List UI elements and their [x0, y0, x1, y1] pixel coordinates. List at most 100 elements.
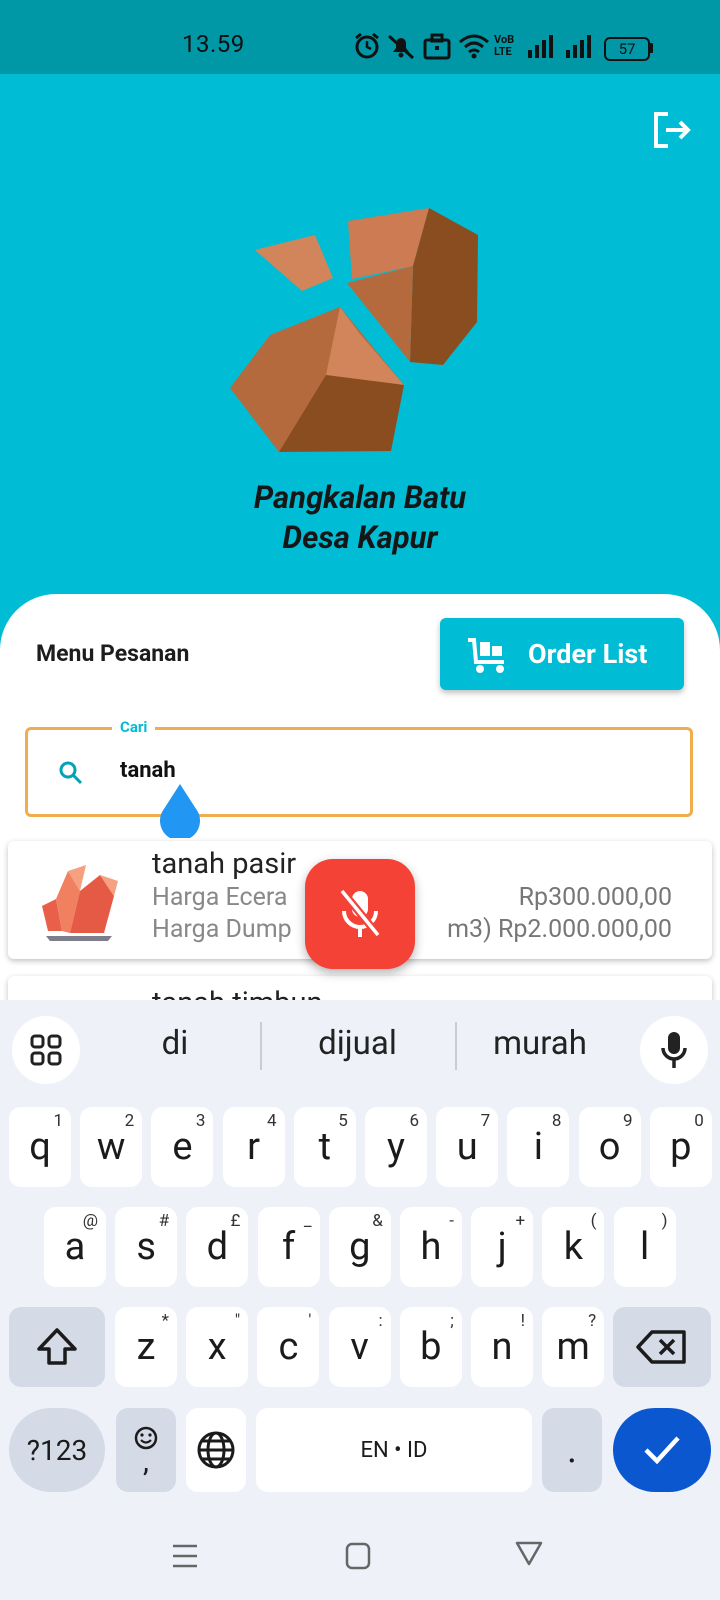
search-value[interactable]: tanah: [120, 758, 176, 783]
backspace-key[interactable]: [613, 1307, 711, 1387]
key-hint: 2: [124, 1111, 135, 1131]
key-letter: s: [136, 1225, 156, 1269]
key-hint: ): [661, 1211, 668, 1231]
key-letter: p: [670, 1125, 692, 1169]
key-letter: o: [598, 1125, 621, 1169]
key-x[interactable]: x ": [186, 1307, 249, 1387]
key-letter: i: [533, 1125, 544, 1169]
key-p[interactable]: p0: [649, 1107, 712, 1187]
key-hint: ': [308, 1311, 312, 1331]
period-key[interactable]: .: [542, 1408, 602, 1492]
enter-key[interactable]: [613, 1408, 711, 1492]
logout-icon[interactable]: [652, 110, 692, 150]
key-v[interactable]: v:: [328, 1307, 391, 1387]
product-name: tanah pasir: [152, 847, 297, 881]
key-t[interactable]: t5: [293, 1107, 356, 1187]
key-hint: 1: [53, 1111, 63, 1131]
emoji-comma-key[interactable]: ,: [116, 1408, 176, 1492]
key-hint: ?: [588, 1311, 597, 1331]
status-time: 13.59: [182, 30, 245, 58]
key-letter: z: [136, 1325, 156, 1369]
space-key[interactable]: EN • ID: [256, 1408, 532, 1492]
key-letter: h: [420, 1225, 442, 1269]
key-u[interactable]: u7: [436, 1107, 499, 1187]
key-hint: ": [234, 1311, 241, 1331]
key-letter: e: [172, 1125, 193, 1169]
key-g[interactable]: g &: [328, 1207, 391, 1287]
key-e[interactable]: e3: [151, 1107, 214, 1187]
key-o[interactable]: o9: [578, 1107, 641, 1187]
suggestion-1[interactable]: di: [120, 1024, 230, 1063]
key-letter: m: [556, 1325, 590, 1369]
key-letter: w: [96, 1125, 126, 1169]
key-hint: 9: [623, 1111, 633, 1131]
key-letter: r: [247, 1125, 261, 1169]
key-hint: 6: [409, 1111, 419, 1131]
key-hint: 0: [694, 1111, 704, 1131]
suggestion-2[interactable]: dijual: [270, 1024, 445, 1063]
globe-icon: [197, 1431, 235, 1469]
key-letter: a: [64, 1225, 86, 1269]
key-letter: c: [278, 1325, 299, 1369]
key-letter: y: [387, 1125, 405, 1169]
key-hint: (: [590, 1211, 597, 1231]
key-letter: f: [281, 1225, 296, 1269]
symbols-key[interactable]: ?123: [9, 1408, 105, 1492]
key-letter: g: [349, 1225, 371, 1269]
shift-key[interactable]: [9, 1307, 105, 1387]
key-j[interactable]: j +: [471, 1207, 534, 1287]
work-profile-icon: [423, 33, 451, 60]
alarm-icon: [355, 32, 379, 59]
signal-icon-2: [566, 35, 591, 58]
key-hint: &: [372, 1211, 383, 1231]
signal-icon-1: [528, 35, 553, 58]
key-hint: 4: [267, 1111, 277, 1131]
key-q[interactable]: q1: [9, 1107, 71, 1187]
key-hint: £: [230, 1211, 241, 1231]
menu-title: Menu Pesanan: [36, 640, 190, 667]
key-s[interactable]: s #: [115, 1207, 178, 1287]
key-i[interactable]: i8: [507, 1107, 570, 1187]
search-label: Cari: [112, 718, 156, 736]
key-n[interactable]: n!: [471, 1307, 533, 1387]
language-key[interactable]: [186, 1408, 246, 1492]
shift-icon: [37, 1328, 77, 1365]
home-icon[interactable]: [345, 1542, 371, 1570]
key-c[interactable]: c ': [257, 1307, 320, 1387]
text-cursor-handle[interactable]: [158, 784, 202, 838]
suggestion-divider: [260, 1022, 262, 1070]
key-r[interactable]: r4: [222, 1107, 285, 1187]
keyboard-menu-button[interactable]: [12, 1016, 80, 1084]
brand-name: Pangkalan Batu Desa Kapur: [253, 479, 467, 556]
key-hint: 3: [195, 1111, 206, 1131]
cart-icon: [468, 638, 504, 673]
key-letter: d: [206, 1225, 229, 1269]
suggestion-divider: [455, 1022, 457, 1070]
key-k[interactable]: k(: [542, 1207, 605, 1287]
rock-logo: [230, 208, 478, 452]
key-d[interactable]: d £: [186, 1207, 249, 1287]
key-hint: _: [303, 1211, 312, 1231]
voice-input-button[interactable]: [640, 1016, 708, 1084]
key-w[interactable]: w2: [80, 1107, 143, 1187]
suggestion-3[interactable]: murah: [465, 1024, 615, 1063]
key-m[interactable]: m?: [542, 1307, 605, 1387]
key-b[interactable]: b;: [399, 1307, 462, 1387]
key-f[interactable]: f _: [257, 1207, 320, 1287]
battery-icon: 57: [604, 37, 650, 61]
key-y[interactable]: y6: [365, 1107, 427, 1187]
key-hint: !: [520, 1311, 525, 1331]
recents-menu-icon[interactable]: [172, 1544, 198, 1568]
key-z[interactable]: z *: [115, 1307, 177, 1387]
voice-search-button[interactable]: [305, 859, 415, 969]
back-icon[interactable]: [515, 1540, 543, 1566]
key-hint: -: [449, 1211, 454, 1231]
order-list-button[interactable]: Order List: [440, 618, 684, 690]
key-l[interactable]: l): [613, 1207, 676, 1287]
key-h[interactable]: h-: [400, 1207, 462, 1287]
key-hint: 8: [551, 1111, 562, 1131]
key-a[interactable]: a @: [44, 1207, 106, 1287]
wifi-icon: [459, 34, 489, 59]
order-list-label: Order List: [528, 638, 648, 670]
key-hint: +: [515, 1211, 526, 1231]
